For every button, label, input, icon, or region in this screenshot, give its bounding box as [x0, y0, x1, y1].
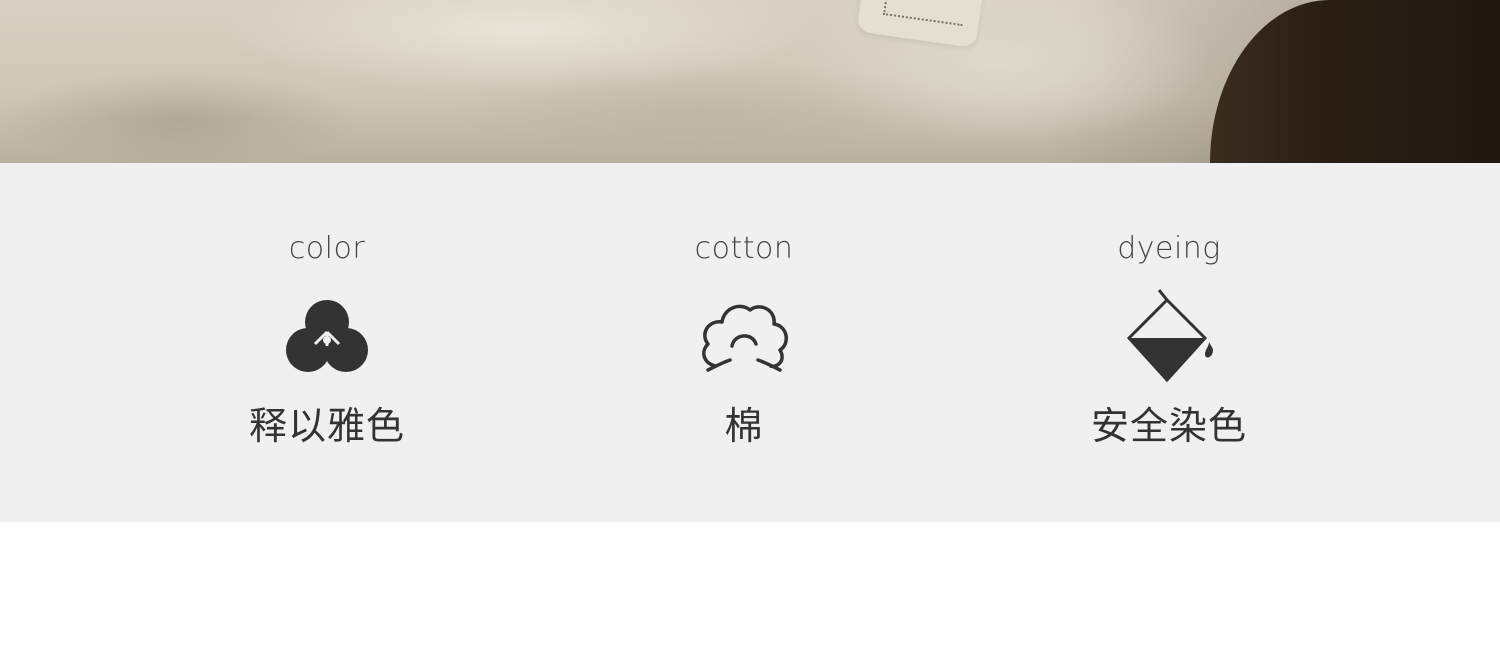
feature-color: color 释以雅色: [177, 163, 477, 522]
features-band: color 释以雅色 cotton 棉 dyeing 安全染色: [0, 163, 1500, 522]
feature-dyeing: dyeing 安全染色: [1019, 163, 1319, 522]
feature-en-label: cotton: [694, 231, 794, 266]
feature-en-label: color: [288, 231, 366, 266]
three-circles-icon: [286, 300, 368, 372]
cotton-icon: [702, 304, 788, 372]
feature-zh-label: 释以雅色: [248, 404, 405, 448]
feature-zh-label: 安全染色: [1090, 404, 1247, 448]
feature-zh-label: 棉: [724, 404, 764, 448]
feature-cotton: cotton 棉: [594, 163, 894, 522]
feature-en-label: dyeing: [1117, 231, 1221, 266]
fabric-photo: [0, 0, 1500, 163]
dye-bucket-icon: [1126, 289, 1213, 383]
